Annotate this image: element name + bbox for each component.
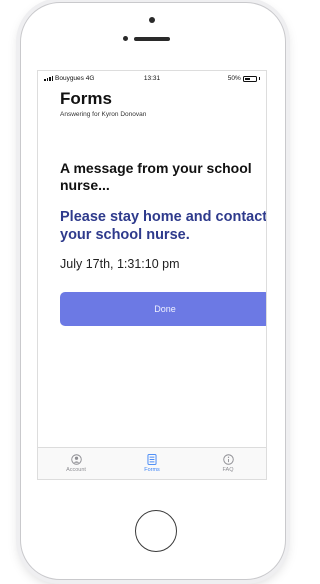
tab-account-label: Account [66, 467, 86, 473]
battery-percent: 50% [227, 75, 241, 82]
info-icon [222, 453, 234, 465]
app-screen: Bouygues 4G 13:31 50% Forms Answering fo… [37, 70, 267, 480]
status-right: 50% [228, 75, 260, 82]
forms-icon [147, 453, 157, 465]
tab-forms-label: Forms [144, 467, 160, 473]
account-icon [70, 453, 82, 465]
battery-fill [244, 77, 251, 80]
tab-faq[interactable]: FAQ [190, 448, 266, 479]
tab-bar: Account Forms FAQ [38, 447, 266, 479]
done-button[interactable]: Done [60, 292, 266, 326]
page-title: Forms [60, 89, 112, 108]
tab-faq-label: FAQ [222, 467, 234, 473]
tab-forms[interactable]: Forms [114, 448, 190, 479]
front-camera [149, 17, 155, 23]
tab-account[interactable]: Account [38, 448, 114, 479]
battery-tip [258, 77, 260, 80]
message-alert: Please stay home and contact your school… [60, 209, 267, 243]
status-bar: Bouygues 4G 13:31 50% [38, 71, 266, 85]
done-button-label: Done [154, 304, 176, 314]
proximity-sensor [123, 36, 128, 41]
page-subtitle: Answering for Kyron Donovan [60, 111, 147, 118]
power-button [286, 130, 290, 174]
home-button[interactable] [135, 510, 177, 552]
battery-icon [242, 75, 257, 82]
message-heading: A message from your school nurse... [60, 160, 252, 193]
earpiece-speaker [134, 37, 170, 41]
message-timestamp: July 17th, 1:31:10 pm [60, 257, 180, 271]
